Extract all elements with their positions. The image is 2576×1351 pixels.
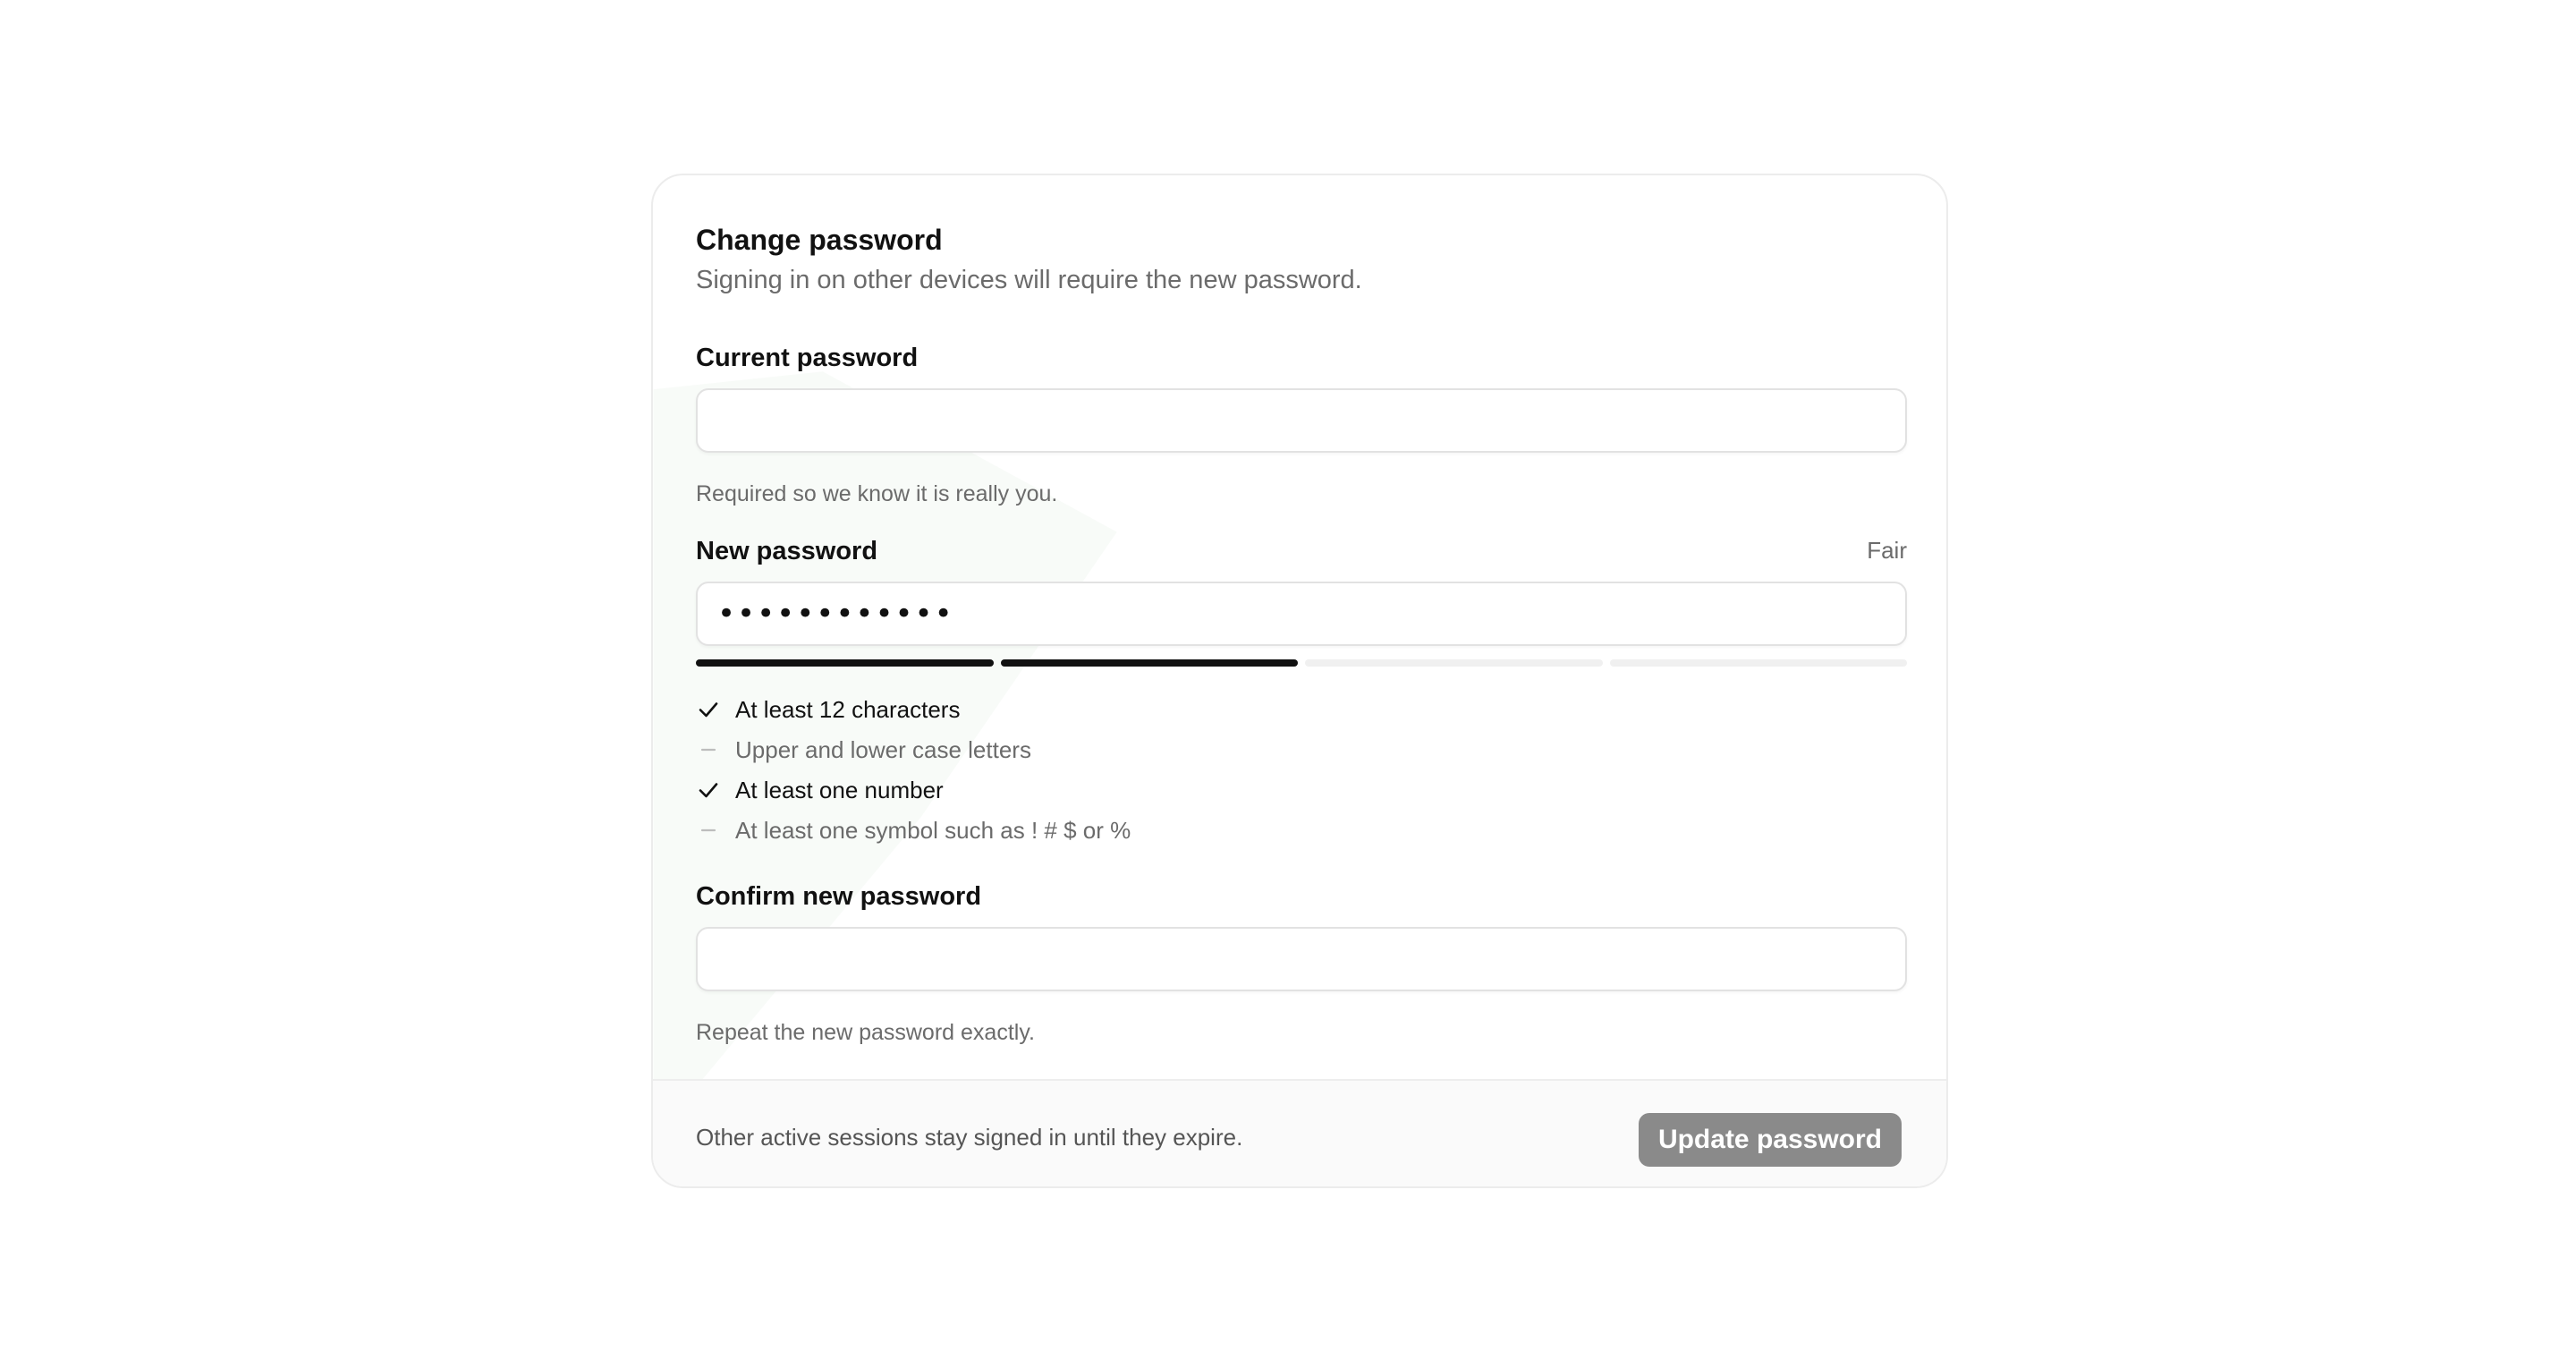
password-strength-label: Fair — [1867, 537, 1907, 564]
form-subtitle: Signing in on other devices will require… — [696, 266, 1362, 294]
strength-segment — [696, 659, 994, 667]
check-icon — [696, 777, 721, 803]
change-password-card: Change password Signing in on other devi… — [651, 174, 1948, 1188]
confirm-password-label: Confirm new password — [696, 882, 982, 911]
current-password-label: Current password — [696, 344, 919, 372]
requirement-text: At least one number — [735, 777, 944, 803]
requirement-text: Upper and lower case letters — [735, 736, 1031, 763]
requirement-item: At least one symbol such as ! # $ or % — [696, 812, 1501, 848]
requirement-item: At least 12 characters — [696, 692, 1501, 727]
update-password-button[interactable]: Update password — [1638, 1113, 1902, 1167]
form-title: Change password — [696, 224, 943, 256]
requirement-text: At least one symbol such as ! # $ or % — [735, 817, 1131, 844]
strength-segment — [1609, 659, 1907, 667]
confirm-password-input[interactable] — [696, 927, 1907, 991]
new-password-label: New password — [696, 537, 878, 565]
password-strength-meter — [696, 659, 1907, 667]
sessions-note: Other active sessions stay signed in unt… — [696, 1124, 1243, 1151]
new-password-input[interactable] — [696, 582, 1907, 646]
form-footer: Other active sessions stay signed in unt… — [653, 1079, 1946, 1186]
dash-icon — [696, 737, 721, 762]
requirement-item: Upper and lower case letters — [696, 732, 1501, 768]
requirement-text: At least 12 characters — [735, 696, 961, 723]
check-icon — [696, 697, 721, 722]
dash-icon — [696, 818, 721, 843]
strength-segment — [1000, 659, 1298, 667]
current-password-hint: Required so we know it is really you. — [696, 481, 1058, 506]
strength-segment — [1305, 659, 1603, 667]
current-password-input[interactable] — [696, 388, 1907, 453]
confirm-password-hint: Repeat the new password exactly. — [696, 1020, 1035, 1045]
requirement-item: At least one number — [696, 772, 1501, 808]
